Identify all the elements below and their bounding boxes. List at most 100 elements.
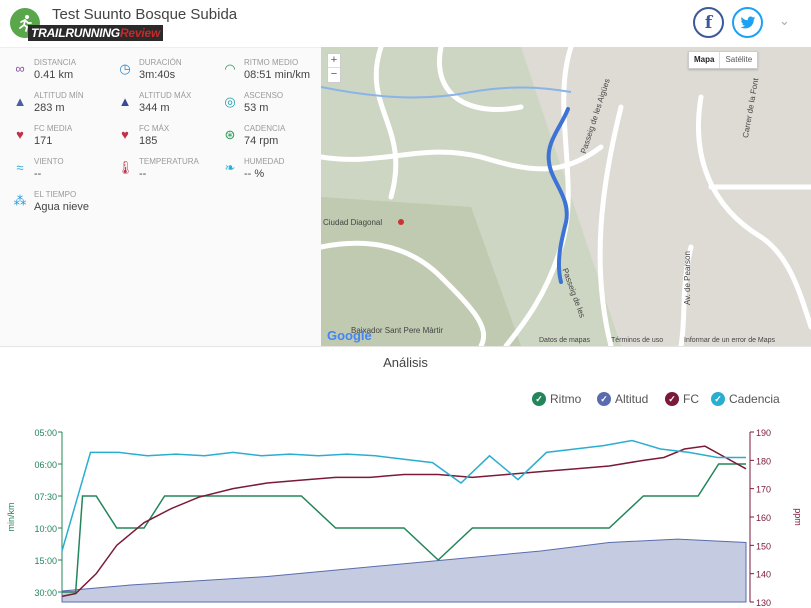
legend-ritmo-label: Ritmo [550, 392, 582, 406]
y-tick-right: 190 [756, 428, 771, 438]
stat-value: 3m:40s [139, 69, 176, 81]
poi-marker-icon [398, 219, 404, 225]
stat-label: RITMO MEDIO [244, 58, 299, 67]
stat-label: DISTANCIA [34, 58, 77, 67]
mountain-low-icon: ▲ [13, 94, 27, 109]
stat-ascenso: ◎ ASCENSO 53 m [222, 91, 327, 121]
map-terms-link[interactable]: Términos de uso [611, 337, 663, 344]
stat-humedad: ❧ HUMEDAD -- % [222, 157, 327, 187]
stat-value: 08:51 min/km [244, 69, 311, 81]
map-data-link[interactable]: Datos de mapas [539, 337, 590, 344]
y-tick-left: 05:00 [34, 428, 57, 438]
gauge-icon: ◠ [224, 61, 236, 76]
y-tick-left: 30:00 [34, 588, 57, 598]
map-type-map[interactable]: Mapa [689, 52, 721, 68]
brand-main: TRAILRUNNING [31, 26, 120, 40]
twitter-share-button[interactable] [732, 7, 763, 38]
stat-value: 0.41 km [34, 69, 74, 81]
y-tick-left: 10:00 [34, 524, 57, 534]
check-icon: ✓ [711, 392, 725, 406]
facebook-share-button[interactable]: f [693, 7, 724, 38]
legend-altitud[interactable]: ✓ Altitud [597, 392, 648, 406]
stat-altitud-max: ▲ ALTITUD MÁX 344 m [117, 91, 222, 121]
stat-value: 185 [139, 135, 158, 147]
stat-altitud-min: ▲ ALTITUD MÍN 283 m [12, 91, 117, 121]
stat-el-tiempo: ⁂ EL TIEMPO Agua nieve [12, 190, 117, 220]
legend-fc[interactable]: ✓ FC [665, 392, 699, 406]
stat-value: 283 m [34, 102, 65, 114]
cadence-icon: ⊛ [224, 127, 236, 142]
stat-label: VIENTO [34, 157, 64, 166]
stat-cadencia: ⊛ CADENCIA 74 rpm [222, 124, 327, 154]
zoom-out-button[interactable]: − [328, 68, 340, 82]
route-map[interactable]: + − Mapa Satélite Ciudad Diagonal Passei… [321, 47, 811, 346]
weather-icon: ⁂ [13, 193, 27, 208]
y-tick-left: 15:00 [34, 556, 57, 566]
y-tick-right: 140 [756, 570, 771, 580]
stat-value: -- % [244, 168, 265, 180]
stat-temperatura: 🌡 TEMPERATURA -- [117, 157, 222, 187]
map-type-satellite[interactable]: Satélite [720, 52, 757, 68]
legend-altitud-label: Altitud [615, 392, 649, 406]
chevron-down-icon[interactable]: ⌄ [779, 13, 790, 29]
map-canvas [321, 47, 811, 346]
stat-label: HUMEDAD [244, 157, 285, 166]
legend-ritmo[interactable]: ✓ Ritmo [532, 392, 581, 406]
heart-icon: ♥ [16, 127, 24, 142]
stat-label: DURACIÓN [139, 58, 182, 67]
mountain-high-icon: ▲ [118, 94, 132, 109]
facebook-icon: f [704, 12, 713, 33]
stat-value: Agua nieve [34, 201, 90, 213]
stat-value: 53 m [244, 102, 269, 114]
y-tick-right: 150 [756, 541, 771, 551]
analysis-title: Análisis [383, 355, 428, 370]
stat-label: ASCENSO [244, 91, 284, 100]
twitter-icon [740, 16, 755, 28]
activity-title: Test Suunto Bosque Subida [52, 6, 238, 23]
analysis-section: Análisis ✓ Ritmo ✓ Altitud ✓ FC ✓ Cadencia 0… [0, 346, 811, 608]
stat-value: 171 [34, 135, 53, 147]
analysis-chart: 05:00 06:00 07:30 10:00 15:00 30:00 min/km 130 1… [6, 428, 803, 607]
wind-icon: ≈ [16, 160, 24, 175]
google-logo: Google [327, 328, 372, 343]
y-axis-right-label: ppm [793, 508, 803, 526]
brand-accent: Review [119, 26, 161, 40]
check-icon: ✓ [665, 392, 679, 406]
map-type-control: Mapa Satélite [688, 51, 759, 69]
stat-value: 344 m [139, 102, 170, 114]
stat-label: CADENCIA [244, 124, 286, 133]
series-altitud [61, 538, 747, 603]
stat-fc-max: ♥ FC MÁX 185 [117, 124, 222, 154]
y-tick-right: 170 [756, 485, 771, 495]
legend-cadencia-label: Cadencia [729, 392, 780, 406]
brand-logo: TRAILRUNNINGReview [28, 25, 164, 41]
stat-distancia: ∞ DISTANCIA 0.41 km [12, 58, 117, 88]
y-tick-left: 06:00 [34, 460, 57, 470]
zoom-controls: + − [327, 53, 341, 83]
zoom-in-button[interactable]: + [328, 54, 340, 68]
stat-fc-media: ♥ FC MEDIA 171 [12, 124, 117, 154]
stopwatch-icon: ◷ [119, 61, 131, 76]
stat-label: FC MÁX [139, 124, 170, 133]
y-tick-left: 07:30 [34, 492, 57, 502]
stat-label: ALTITUD MÍN [34, 91, 84, 100]
stat-label: TEMPERATURA [139, 157, 199, 166]
check-icon: ✓ [532, 392, 546, 406]
route-icon: ∞ [15, 61, 25, 76]
activity-page: { "header": { "title": "Test Suunto Bosq… [0, 0, 811, 608]
thermometer-icon: 🌡 [117, 160, 134, 175]
stat-duracion: ◷ DURACIÓN 3m:40s [117, 58, 222, 88]
legend-cadencia[interactable]: ✓ Cadencia [711, 392, 780, 406]
stat-value: 74 rpm [244, 135, 279, 147]
stat-value: -- [34, 168, 42, 180]
y-axis-left-label: min/km [6, 503, 16, 532]
stat-label: EL TIEMPO [34, 190, 77, 199]
map-report-link[interactable]: Informar de un error de Maps [684, 337, 775, 344]
y-tick-right: 160 [756, 513, 771, 523]
stats-panel: ∞ DISTANCIA 0.41 km ◷ DURACIÓN 3m:40s ◠ RITMO M… [0, 47, 321, 346]
check-icon: ✓ [597, 392, 611, 406]
label-ciudad-diagonal: Ciudad Diagonal [323, 218, 383, 227]
page-header: Test Suunto Bosque Subida TRAILRUNNINGRe… [0, 0, 811, 47]
humidity-icon: ❧ [224, 160, 236, 175]
ascent-icon: ◎ [224, 94, 236, 109]
